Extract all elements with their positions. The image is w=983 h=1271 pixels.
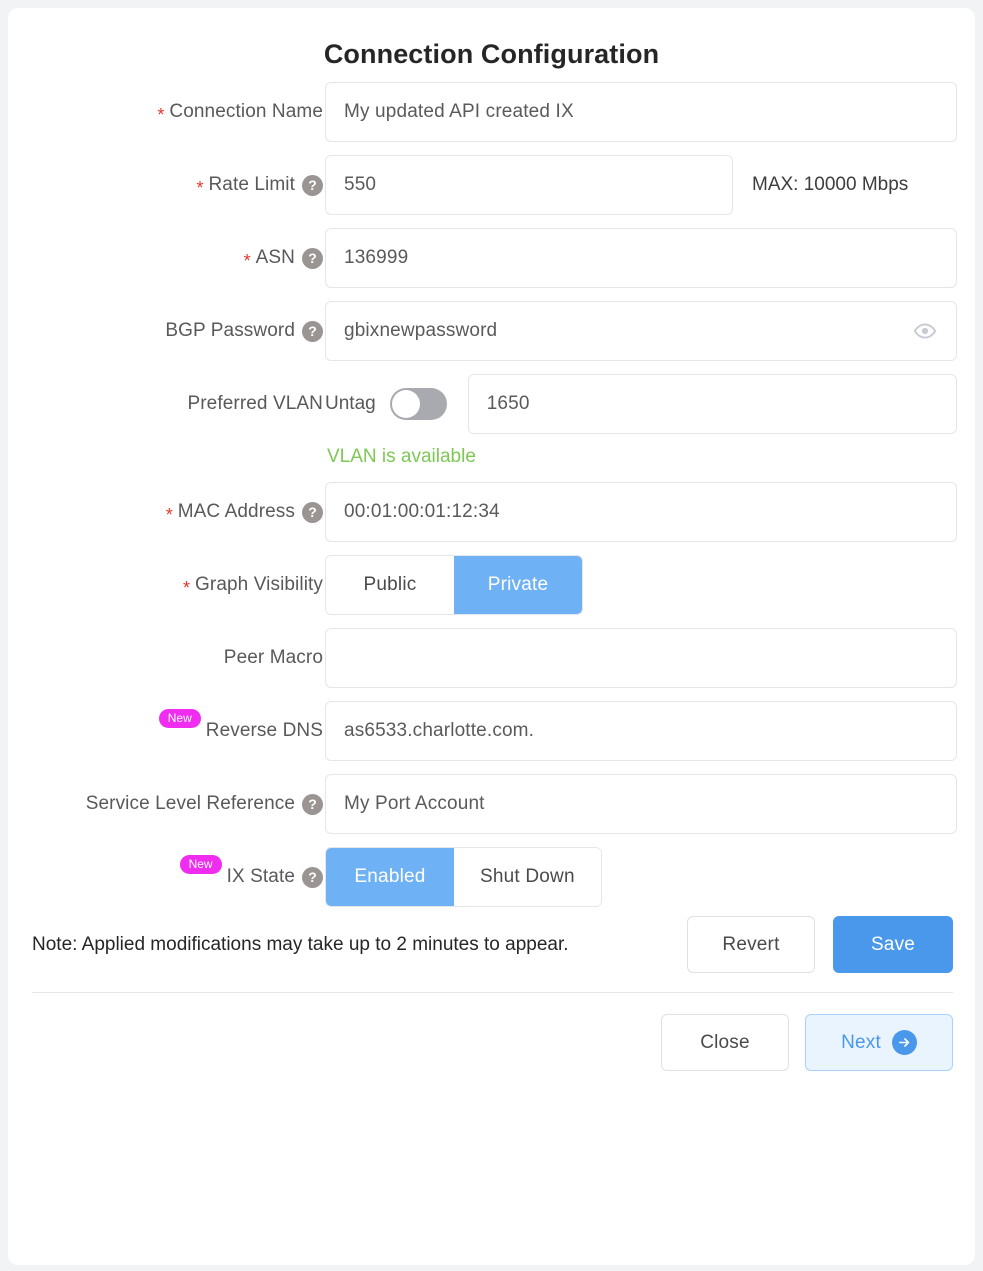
label-text: Reverse DNS	[206, 720, 323, 742]
label-text: Rate Limit	[208, 174, 295, 196]
required-asterisk: *	[244, 252, 251, 270]
label-peer-macro: Peer Macro	[8, 628, 325, 688]
untag-label: Untag	[325, 393, 376, 415]
ix-state-option-shut-down[interactable]: Shut Down	[454, 848, 601, 906]
preferred-vlan-input[interactable]: 1650	[468, 374, 957, 434]
label-text: Peer Macro	[224, 647, 323, 669]
label-asn: * ASN ?	[8, 228, 325, 288]
bgp-password-input[interactable]: gbixnewpassword	[325, 301, 957, 361]
arrow-right-icon	[892, 1030, 917, 1055]
label-bgp-password: BGP Password ?	[8, 301, 325, 361]
close-button[interactable]: Close	[661, 1014, 789, 1071]
rate-limit-value: 550	[344, 174, 714, 196]
help-icon[interactable]: ?	[302, 794, 323, 815]
graph-visibility-segmented-control: Public Private	[325, 555, 583, 615]
field-row-ix-state: New IX State ? Enabled Shut Down	[8, 847, 975, 907]
field-row-preferred-vlan: Preferred VLAN Untag 1650 VLAN is availa…	[8, 374, 975, 468]
label-text: IX State	[227, 866, 295, 888]
label-text: MAC Address	[178, 501, 295, 523]
label-rate-limit: * Rate Limit ?	[8, 155, 325, 215]
ix-state-option-enabled[interactable]: Enabled	[326, 848, 454, 906]
mac-address-value: 00:01:00:01:12:34	[344, 501, 938, 523]
new-badge: New	[180, 855, 222, 874]
graph-visibility-option-private[interactable]: Private	[454, 556, 582, 614]
save-button[interactable]: Save	[833, 916, 953, 973]
help-icon[interactable]: ?	[302, 321, 323, 342]
bgp-password-value: gbixnewpassword	[344, 320, 912, 342]
asn-input[interactable]: 136999	[325, 228, 957, 288]
connection-name-value: My updated API created IX	[344, 101, 938, 123]
footer-note: Note: Applied modifications may take up …	[32, 934, 669, 956]
label-text: Graph Visibility	[195, 574, 323, 596]
label-mac-address: * MAC Address ?	[8, 482, 325, 542]
connection-configuration-dialog: Connection Configuration * Connection Na…	[8, 8, 975, 1265]
revert-button[interactable]: Revert	[687, 916, 815, 973]
eye-icon[interactable]	[912, 318, 938, 344]
label-preferred-vlan: Preferred VLAN	[8, 374, 325, 434]
field-row-service-level-reference: Service Level Reference ? My Port Accoun…	[8, 774, 975, 834]
preferred-vlan-value: 1650	[487, 393, 938, 415]
configuration-form: * Connection Name My updated API created…	[8, 70, 975, 907]
help-icon[interactable]: ?	[302, 867, 323, 888]
help-icon[interactable]: ?	[302, 502, 323, 523]
field-row-rate-limit: * Rate Limit ? 550 MAX: 10000 Mbps	[8, 155, 975, 215]
toggle-knob	[392, 390, 420, 418]
label-connection-name: * Connection Name	[8, 82, 325, 142]
required-asterisk: *	[166, 506, 173, 524]
next-button-label: Next	[841, 1032, 881, 1054]
required-asterisk: *	[183, 579, 190, 597]
connection-name-input[interactable]: My updated API created IX	[325, 82, 957, 142]
field-row-asn: * ASN ? 136999	[8, 228, 975, 288]
rate-limit-input[interactable]: 550	[325, 155, 733, 215]
help-icon[interactable]: ?	[302, 248, 323, 269]
peer-macro-input[interactable]	[325, 628, 957, 688]
label-ix-state: New IX State ?	[8, 847, 325, 907]
field-row-graph-visibility: * Graph Visibility Public Private	[8, 555, 975, 615]
field-row-reverse-dns: New Reverse DNS as6533.charlotte.com.	[8, 701, 975, 761]
mac-address-input[interactable]: 00:01:00:01:12:34	[325, 482, 957, 542]
page-title: Connection Configuration	[8, 8, 975, 70]
label-reverse-dns: New Reverse DNS	[8, 701, 325, 761]
ix-state-segmented-control: Enabled Shut Down	[325, 847, 602, 907]
field-row-peer-macro: Peer Macro	[8, 628, 975, 688]
required-asterisk: *	[196, 179, 203, 197]
label-text: Service Level Reference	[86, 793, 295, 815]
label-text: Preferred VLAN	[187, 393, 323, 415]
rate-limit-max-note: MAX: 10000 Mbps	[752, 174, 908, 196]
field-row-connection-name: * Connection Name My updated API created…	[8, 82, 975, 142]
footer-navigation-bar: Close Next	[8, 993, 975, 1071]
reverse-dns-value: as6533.charlotte.com.	[344, 720, 938, 742]
label-text: BGP Password	[165, 320, 295, 342]
graph-visibility-option-public[interactable]: Public	[326, 556, 454, 614]
field-row-mac-address: * MAC Address ? 00:01:00:01:12:34	[8, 482, 975, 542]
label-service-level-reference: Service Level Reference ?	[8, 774, 325, 834]
vlan-availability-status: VLAN is available	[327, 446, 957, 468]
label-text: ASN	[256, 247, 295, 269]
reverse-dns-input[interactable]: as6533.charlotte.com.	[325, 701, 957, 761]
service-level-reference-value: My Port Account	[344, 793, 938, 815]
field-row-bgp-password: BGP Password ? gbixnewpassword	[8, 301, 975, 361]
untag-toggle[interactable]	[390, 388, 447, 420]
asn-value: 136999	[344, 247, 938, 269]
required-asterisk: *	[157, 106, 164, 124]
service-level-reference-input[interactable]: My Port Account	[325, 774, 957, 834]
next-button[interactable]: Next	[805, 1014, 953, 1071]
footer-action-bar: Note: Applied modifications may take up …	[8, 907, 975, 973]
label-graph-visibility: * Graph Visibility	[8, 555, 325, 615]
help-icon[interactable]: ?	[302, 175, 323, 196]
label-text: Connection Name	[169, 101, 323, 123]
new-badge: New	[159, 709, 201, 728]
